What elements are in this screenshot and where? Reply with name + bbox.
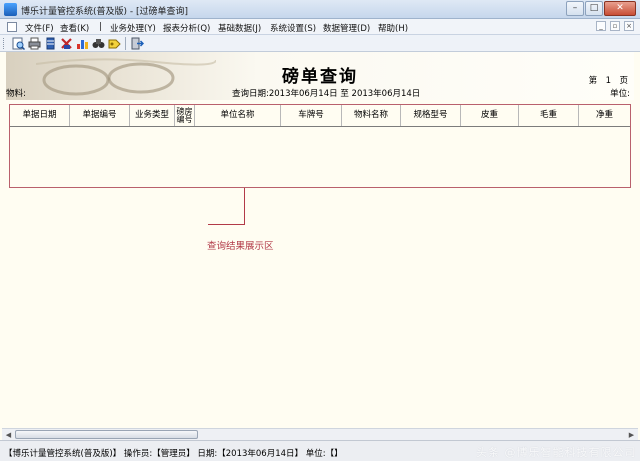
- window-title: 博乐计量管控系统(普及版) - [过磅单查询]: [21, 7, 189, 17]
- mdi-minimize-button[interactable]: _: [596, 21, 606, 31]
- column-header[interactable]: 毛重: [519, 105, 579, 126]
- mdi-restore-button[interactable]: ▫: [610, 21, 620, 31]
- toolbar-separator: [125, 37, 126, 50]
- menu-view[interactable]: 查看(K): [60, 22, 89, 34]
- column-header[interactable]: 净重: [579, 105, 630, 126]
- find-icon[interactable]: [92, 37, 105, 50]
- menubar: 文件(F) 查看(K) | 业务处理(Y) 报表分析(Q) 基础数据(J) 系统…: [0, 19, 640, 35]
- watermark: 头条 @博乐智能科技有限公司: [476, 446, 637, 459]
- menu-basic-data[interactable]: 基础数据(J): [218, 22, 261, 34]
- minimize-button[interactable]: –: [566, 1, 584, 16]
- column-header[interactable]: 磅房编号: [175, 105, 195, 126]
- horizontal-scrollbar[interactable]: ◀ ▶: [2, 428, 638, 440]
- column-header[interactable]: 规格型号: [401, 105, 461, 126]
- callout-line: [244, 188, 245, 224]
- menu-file[interactable]: 文件(F): [25, 22, 54, 34]
- menu-help[interactable]: 帮助(H): [378, 22, 408, 34]
- toolbar-grip[interactable]: [3, 38, 6, 49]
- exit-icon[interactable]: [131, 37, 145, 50]
- filter-icon[interactable]: [108, 37, 121, 50]
- menu-business[interactable]: 业务处理(Y): [110, 22, 156, 34]
- column-header[interactable]: 皮重: [461, 105, 519, 126]
- chart-icon[interactable]: [76, 37, 89, 50]
- scroll-left-icon[interactable]: ◀: [3, 430, 14, 440]
- mdi-close-button[interactable]: ×: [624, 21, 634, 31]
- menu-settings[interactable]: 系统设置(S): [270, 22, 316, 34]
- window-titlebar[interactable]: 博乐计量管控系统(普及版) - [过磅单查询] – □ ✕: [0, 0, 640, 19]
- unit-label: 单位:: [610, 89, 630, 99]
- page-number: 第 1 页: [588, 76, 628, 86]
- column-icon[interactable]: [44, 37, 57, 50]
- menu-separator: |: [99, 22, 102, 32]
- app-icon: [4, 3, 17, 16]
- material-label: 物料:: [6, 89, 26, 99]
- preview-icon[interactable]: [12, 37, 26, 51]
- query-date-range: 查询日期:2013年06月14日 至 2013年06月14日: [232, 89, 421, 99]
- document-icon[interactable]: [7, 22, 17, 32]
- report-title: 磅单查询: [282, 67, 358, 87]
- print-icon[interactable]: [28, 37, 41, 50]
- scroll-right-icon[interactable]: ▶: [626, 430, 637, 440]
- grid-header-row: 单据日期 单据编号 业务类型 磅房编号 单位名称 车牌号 物料名称 规格型号 皮…: [10, 105, 630, 127]
- column-header[interactable]: 单位名称: [195, 105, 281, 126]
- column-header[interactable]: 业务类型: [130, 105, 175, 126]
- close-button[interactable]: ✕: [604, 1, 636, 16]
- callout-line: [208, 224, 245, 225]
- menu-data-management[interactable]: 数据管理(D): [323, 22, 370, 34]
- menu-reports[interactable]: 报表分析(Q): [163, 22, 210, 34]
- mdi-controls: _ ▫ ×: [596, 21, 634, 31]
- delete-icon[interactable]: [60, 37, 73, 50]
- report-header: 磅单查询 第 1 页 物料: 查询日期:2013年06月14日 至 2013年0…: [6, 52, 634, 100]
- column-header[interactable]: 物料名称: [342, 105, 401, 126]
- result-grid[interactable]: 单据日期 单据编号 业务类型 磅房编号 单位名称 车牌号 物料名称 规格型号 皮…: [9, 104, 631, 188]
- toolbar: [0, 35, 640, 52]
- maximize-button[interactable]: □: [585, 1, 603, 16]
- statusbar: 【博乐计量管控系统(普及版)】 操作员:【管理员】 日期:【2013年06月14…: [0, 440, 640, 461]
- column-header[interactable]: 单据日期: [10, 105, 70, 126]
- window-controls: – □ ✕: [566, 1, 636, 17]
- scrollbar-thumb[interactable]: [15, 430, 198, 439]
- column-header[interactable]: 车牌号: [281, 105, 342, 126]
- column-header[interactable]: 单据编号: [70, 105, 130, 126]
- status-text: 【博乐计量管控系统(普及版)】 操作员:【管理员】 日期:【2013年06月14…: [4, 449, 343, 459]
- callout-label: 查询结果展示区: [207, 241, 274, 252]
- report-meta-row: 物料: 查询日期:2013年06月14日 至 2013年06月14日 单位:: [6, 87, 634, 99]
